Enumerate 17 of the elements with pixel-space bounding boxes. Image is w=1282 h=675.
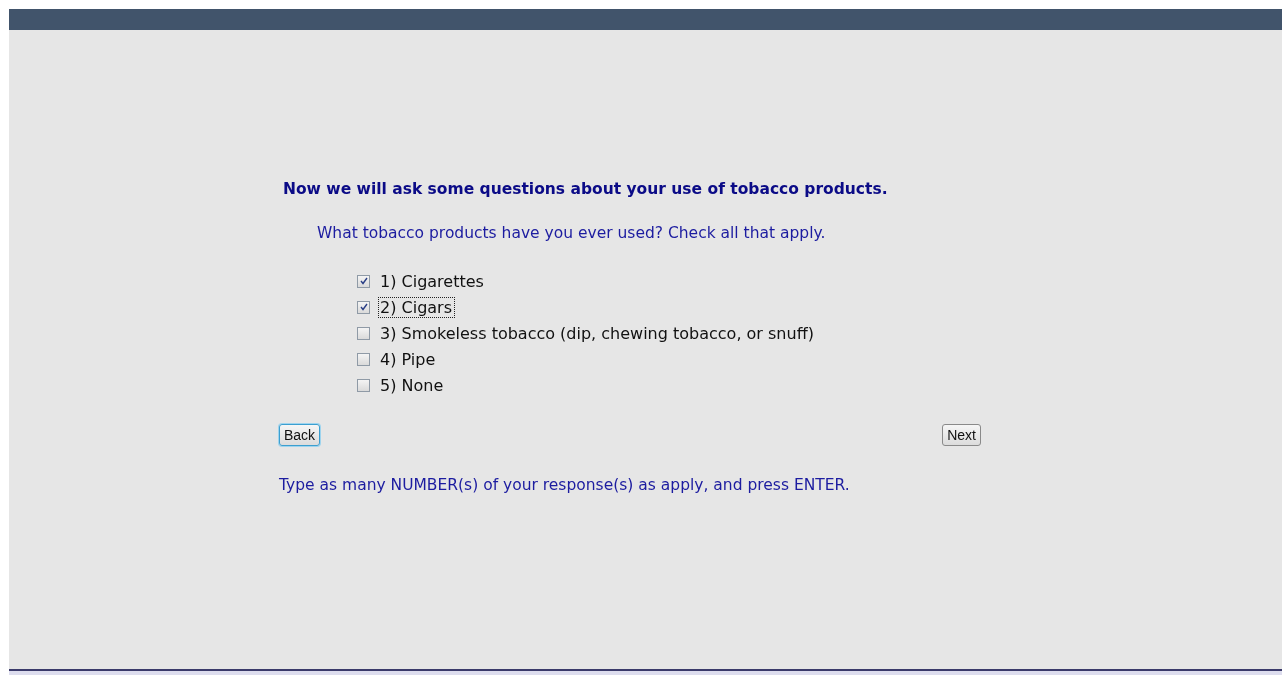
option-label[interactable]: 5) None [379, 375, 446, 395]
checkbox[interactable] [357, 378, 370, 392]
checkbox[interactable] [357, 274, 370, 288]
option-label[interactable]: 4) Pipe [379, 349, 438, 369]
option-label[interactable]: 2) Cigars [379, 297, 454, 317]
next-button[interactable]: Next [942, 424, 981, 446]
option-label[interactable]: 1) Cigarettes [379, 271, 486, 291]
option-label[interactable]: 3) Smokeless tobacco (dip, chewing tobacco, or snuff) [379, 323, 816, 343]
checkbox[interactable] [357, 326, 370, 340]
instruction-text: Type as many NUMBER(s) of your response(s) as apply, and press ENTER. [279, 476, 851, 494]
checkbox[interactable] [357, 300, 370, 314]
question-text: What tobacco products have you ever used? Check all that apply. [317, 224, 827, 242]
check-icon [359, 303, 368, 311]
section-heading: Now we will ask some questions about your use of tobacco products. [283, 180, 889, 198]
check-icon [359, 277, 368, 285]
back-button[interactable]: Back [279, 424, 321, 446]
checkbox[interactable] [357, 352, 370, 366]
